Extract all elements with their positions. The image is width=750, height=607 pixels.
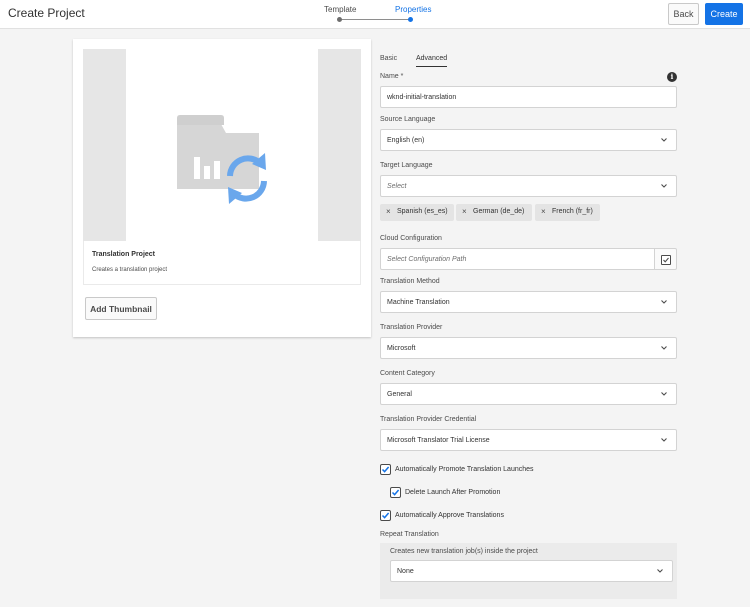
tag-label: French (fr_fr) bbox=[552, 208, 593, 215]
page-title: Create Project bbox=[8, 6, 85, 20]
cloud-configuration-label: Cloud Configuration bbox=[380, 235, 442, 242]
name-label: Name * bbox=[380, 73, 404, 80]
provider-credential-value: Microsoft Translator Trial License bbox=[387, 437, 490, 444]
step-properties-label[interactable]: Properties bbox=[395, 5, 431, 14]
translation-method-value: Machine Translation bbox=[387, 299, 450, 306]
path-browser-icon bbox=[661, 255, 671, 265]
project-template-name: Translation Project bbox=[92, 251, 156, 258]
thumbnail-area bbox=[83, 49, 361, 241]
info-icon[interactable]: i bbox=[667, 72, 677, 82]
checkmark-icon bbox=[381, 466, 390, 473]
step-template-dot[interactable] bbox=[337, 17, 342, 22]
repeat-translation-select[interactable]: None bbox=[390, 560, 673, 582]
target-language-placeholder: Select bbox=[387, 183, 407, 190]
provider-credential-label: Translation Provider Credential bbox=[380, 416, 477, 423]
repeat-translation-panel: Creates new translation job(s) inside th… bbox=[380, 543, 677, 599]
content-category-value: General bbox=[387, 391, 412, 398]
chevron-down-icon bbox=[661, 344, 667, 352]
cloud-configuration-path-input[interactable]: Select Configuration Path bbox=[380, 248, 655, 270]
wizard-stepper: Template Properties bbox=[320, 5, 440, 25]
translation-provider-label: Translation Provider bbox=[380, 324, 443, 331]
tab-basic[interactable]: Basic bbox=[380, 55, 397, 62]
remove-tag-icon[interactable]: × bbox=[462, 207, 467, 216]
target-language-tag: × German (de_de) bbox=[456, 204, 532, 221]
translation-project-icon bbox=[177, 115, 267, 204]
approve-translations-label[interactable]: Automatically Approve Translations bbox=[395, 512, 504, 519]
tag-label: Spanish (es_es) bbox=[397, 208, 448, 215]
cloud-configuration-placeholder: Select Configuration Path bbox=[387, 256, 467, 263]
thumbnail-image bbox=[126, 49, 318, 241]
chevron-down-icon bbox=[661, 136, 667, 144]
promote-launches-label[interactable]: Automatically Promote Translation Launch… bbox=[395, 466, 534, 473]
chevron-down-icon bbox=[661, 298, 667, 306]
target-language-label: Target Language bbox=[380, 162, 433, 169]
repeat-translation-sublabel: Creates new translation job(s) inside th… bbox=[390, 548, 538, 555]
provider-credential-select[interactable]: Microsoft Translator Trial License bbox=[380, 429, 677, 451]
delete-launch-label[interactable]: Delete Launch After Promotion bbox=[405, 489, 500, 496]
name-field[interactable]: wknd-initial-translation bbox=[380, 86, 677, 108]
target-language-select[interactable]: Select bbox=[380, 175, 677, 197]
browse-path-button[interactable] bbox=[654, 248, 677, 270]
tag-label: German (de_de) bbox=[473, 208, 525, 215]
step-template-label[interactable]: Template bbox=[324, 5, 356, 14]
remove-tag-icon[interactable]: × bbox=[386, 207, 391, 216]
back-button[interactable]: Back bbox=[668, 3, 699, 25]
promote-launches-checkbox[interactable] bbox=[380, 464, 391, 475]
chevron-down-icon bbox=[661, 436, 667, 444]
create-button[interactable]: Create bbox=[705, 3, 743, 25]
chevron-down-icon bbox=[661, 182, 667, 190]
translation-method-select[interactable]: Machine Translation bbox=[380, 291, 677, 313]
template-card: Translation Project Creates a translatio… bbox=[73, 39, 371, 337]
project-template-description: Creates a translation project bbox=[92, 267, 168, 273]
step-properties-dot[interactable] bbox=[408, 17, 413, 22]
translation-method-label: Translation Method bbox=[380, 278, 440, 285]
delete-launch-checkbox[interactable] bbox=[390, 487, 401, 498]
tab-selected-indicator bbox=[416, 66, 447, 67]
target-language-tag: × Spanish (es_es) bbox=[380, 204, 454, 221]
tab-advanced[interactable]: Advanced bbox=[416, 55, 447, 62]
remove-tag-icon[interactable]: × bbox=[541, 207, 546, 216]
chevron-down-icon bbox=[661, 390, 667, 398]
checkmark-icon bbox=[391, 489, 400, 496]
checkmark-icon bbox=[381, 512, 390, 519]
repeat-translation-value: None bbox=[397, 568, 414, 575]
add-thumbnail-button[interactable]: Add Thumbnail bbox=[85, 297, 157, 320]
source-language-value: English (en) bbox=[387, 137, 425, 144]
project-info-panel: Translation Project Creates a translatio… bbox=[83, 241, 361, 285]
source-language-select[interactable]: English (en) bbox=[380, 129, 677, 151]
source-language-label: Source Language bbox=[380, 116, 436, 123]
translation-provider-value: Microsoft bbox=[387, 345, 416, 352]
translation-provider-select[interactable]: Microsoft bbox=[380, 337, 677, 359]
target-language-tag: × French (fr_fr) bbox=[535, 204, 600, 221]
header-bar: Create Project Template Properties Back … bbox=[0, 0, 750, 29]
approve-translations-checkbox[interactable] bbox=[380, 510, 391, 521]
repeat-translation-label: Repeat Translation bbox=[380, 531, 439, 538]
content-category-label: Content Category bbox=[380, 370, 435, 377]
chevron-down-icon bbox=[657, 567, 663, 575]
step-connector bbox=[341, 19, 409, 20]
content-category-select[interactable]: General bbox=[380, 383, 677, 405]
name-value: wknd-initial-translation bbox=[387, 94, 457, 101]
